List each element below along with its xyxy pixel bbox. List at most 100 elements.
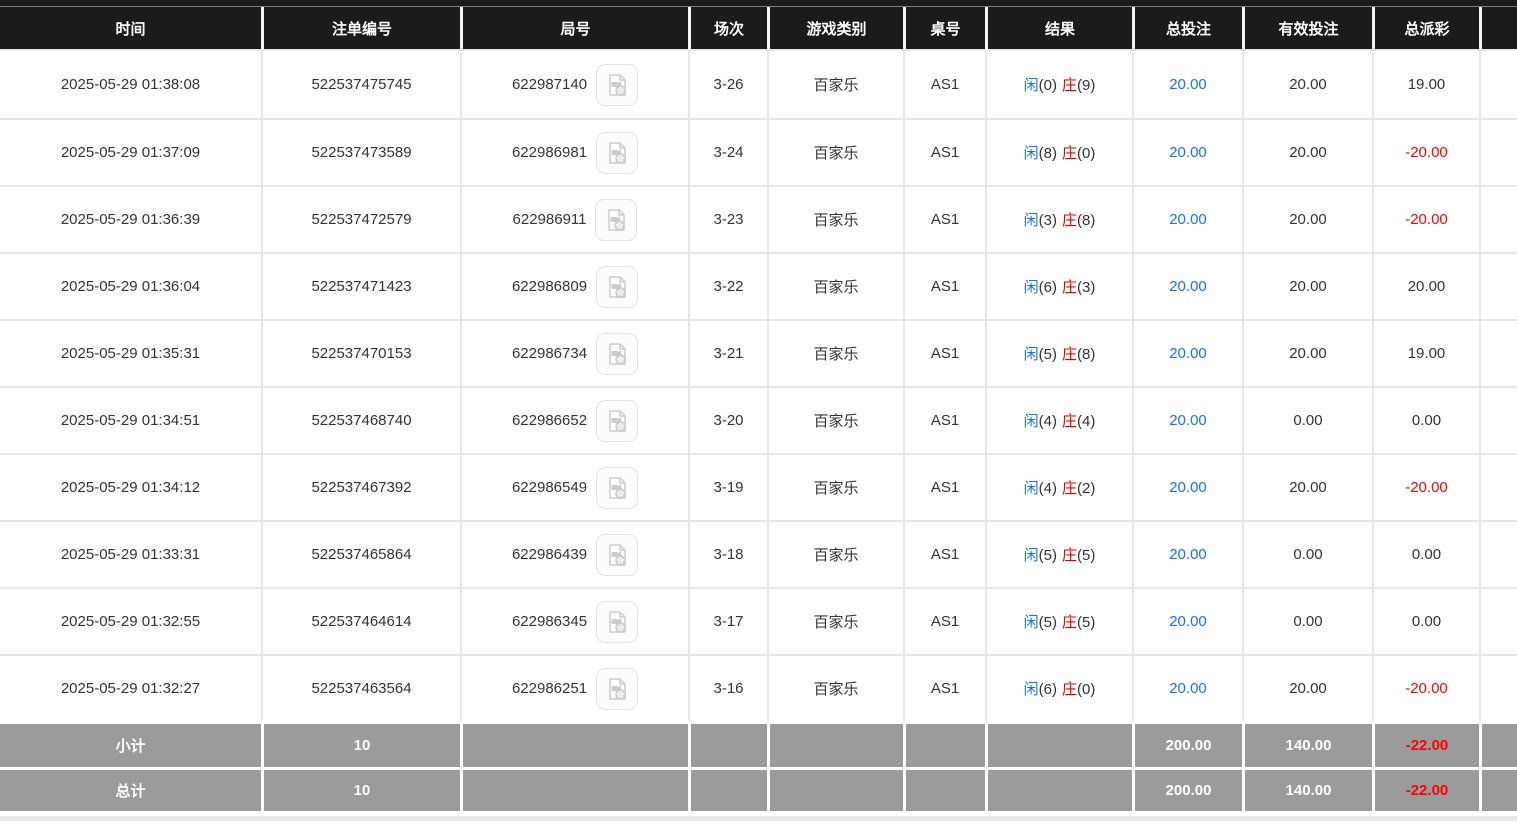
result-player-label: 闲 <box>1024 547 1039 564</box>
video-replay-button[interactable] <box>595 199 637 241</box>
video-replay-button[interactable] <box>596 601 638 643</box>
round-id-text: 622986809 <box>512 278 587 295</box>
cell-table-id: AS1 <box>903 520 985 587</box>
cell-payout: -20.00 <box>1372 118 1479 185</box>
table-row: 2025-05-29 01:32:27 522537463564 6229862… <box>0 654 1517 721</box>
result-banker-label: 庄 <box>1062 212 1077 229</box>
cell-session: 3-20 <box>688 386 767 453</box>
result-player-label: 闲 <box>1024 212 1039 229</box>
result-player-label: 闲 <box>1024 279 1039 296</box>
header-payout: 总派彩 <box>1372 7 1479 51</box>
round-id-text: 622986981 <box>512 144 587 161</box>
subtotal-empty-game <box>767 721 903 767</box>
subtotal-empty-round <box>460 721 688 767</box>
cell-payout: 20.00 <box>1372 252 1479 319</box>
cell-table-id: AS1 <box>903 654 985 721</box>
video-replay-button[interactable] <box>596 467 638 509</box>
bottom-strip <box>0 816 1517 821</box>
cell-table-id: AS1 <box>903 252 985 319</box>
cell-bet-id: 522537473589 <box>261 118 460 185</box>
subtotal-total-bet: 200.00 <box>1132 721 1242 767</box>
cell-total-bet[interactable]: 20.00 <box>1132 185 1242 252</box>
cell-total-bet[interactable]: 20.00 <box>1132 319 1242 386</box>
cell-round-id: 622986809 <box>460 252 688 319</box>
cell-round-id: 622987140 <box>460 51 688 118</box>
result-banker-label: 庄 <box>1062 346 1077 363</box>
cell-bet-id: 522537471423 <box>261 252 460 319</box>
cell-session: 3-26 <box>688 51 767 118</box>
subtotal-empty-session <box>688 721 767 767</box>
cell-result: 闲(5)庄(5) <box>985 587 1132 654</box>
result-banker-label: 庄 <box>1062 614 1077 631</box>
cell-total-bet[interactable]: 20.00 <box>1132 587 1242 654</box>
cell-total-bet[interactable]: 20.00 <box>1132 51 1242 118</box>
result-banker-label: 庄 <box>1062 145 1077 162</box>
cell-bet-id: 522537465864 <box>261 520 460 587</box>
table-footer: 小计 10 200.00 140.00 -22.00 总计 10 200.00 … <box>0 721 1517 811</box>
video-file-icon <box>604 609 630 635</box>
video-file-icon <box>604 676 630 702</box>
cell-time: 2025-05-29 01:38:08 <box>0 51 261 118</box>
video-replay-button[interactable] <box>596 333 638 375</box>
video-replay-button[interactable] <box>596 668 638 710</box>
result-player-score: (6) <box>1039 681 1057 698</box>
total-label: 总计 <box>0 767 261 811</box>
cell-extra-clipped <box>1479 118 1517 185</box>
cell-total-bet[interactable]: 20.00 <box>1132 520 1242 587</box>
result-banker-score: (8) <box>1077 212 1095 229</box>
cell-payout: 0.00 <box>1372 587 1479 654</box>
header-session: 场次 <box>688 7 767 51</box>
video-replay-button[interactable] <box>596 400 638 442</box>
cell-payout: -20.00 <box>1372 654 1479 721</box>
result-player-score: (8) <box>1039 145 1057 162</box>
cell-total-bet[interactable]: 20.00 <box>1132 118 1242 185</box>
video-replay-button[interactable] <box>596 64 638 106</box>
cell-session: 3-23 <box>688 185 767 252</box>
video-replay-button[interactable] <box>596 534 638 576</box>
video-file-icon <box>604 341 630 367</box>
cell-session: 3-18 <box>688 520 767 587</box>
round-id-text: 622986251 <box>512 680 587 697</box>
cell-total-bet[interactable]: 20.00 <box>1132 654 1242 721</box>
cell-round-id: 622986439 <box>460 520 688 587</box>
cell-total-bet[interactable]: 20.00 <box>1132 386 1242 453</box>
cell-result: 闲(6)庄(3) <box>985 252 1132 319</box>
table-row: 2025-05-29 01:38:08 522537475745 6229871… <box>0 51 1517 118</box>
cell-payout: -20.00 <box>1372 185 1479 252</box>
cell-table-id: AS1 <box>903 453 985 520</box>
video-file-icon <box>603 207 629 233</box>
video-file-icon <box>604 475 630 501</box>
cell-time: 2025-05-29 01:36:39 <box>0 185 261 252</box>
cell-table-id: AS1 <box>903 386 985 453</box>
cell-valid-bet: 20.00 <box>1242 319 1372 386</box>
result-banker-score: (0) <box>1077 145 1095 162</box>
video-file-icon <box>604 72 630 98</box>
video-replay-button[interactable] <box>596 266 638 308</box>
total-row: 总计 10 200.00 140.00 -22.00 <box>0 767 1517 811</box>
subtotal-empty-table <box>903 721 985 767</box>
header-valid-bet: 有效投注 <box>1242 7 1372 51</box>
cell-total-bet[interactable]: 20.00 <box>1132 453 1242 520</box>
subtotal-label: 小计 <box>0 721 261 767</box>
table-row: 2025-05-29 01:33:31 522537465864 6229864… <box>0 520 1517 587</box>
video-replay-button[interactable] <box>596 132 638 174</box>
cell-round-id: 622986911 <box>460 185 688 252</box>
result-banker-label: 庄 <box>1062 480 1077 497</box>
cell-table-id: AS1 <box>903 587 985 654</box>
total-empty-session <box>688 767 767 811</box>
result-banker-score: (5) <box>1077 614 1095 631</box>
total-empty-table <box>903 767 985 811</box>
cell-result: 闲(5)庄(5) <box>985 520 1132 587</box>
cell-valid-bet: 0.00 <box>1242 587 1372 654</box>
cell-bet-id: 522537475745 <box>261 51 460 118</box>
cell-session: 3-21 <box>688 319 767 386</box>
table-row: 2025-05-29 01:35:31 522537470153 6229867… <box>0 319 1517 386</box>
result-player-label: 闲 <box>1024 413 1039 430</box>
cell-game-type: 百家乐 <box>767 252 903 319</box>
cell-bet-id: 522537470153 <box>261 319 460 386</box>
table-row: 2025-05-29 01:34:51 522537468740 6229866… <box>0 386 1517 453</box>
bet-records-table: 时间 注单编号 局号 场次 游戏类别 桌号 结果 总投注 有效投注 总派彩 20… <box>0 7 1517 811</box>
cell-total-bet[interactable]: 20.00 <box>1132 252 1242 319</box>
round-id-text: 622986549 <box>512 479 587 496</box>
video-file-icon <box>604 408 630 434</box>
